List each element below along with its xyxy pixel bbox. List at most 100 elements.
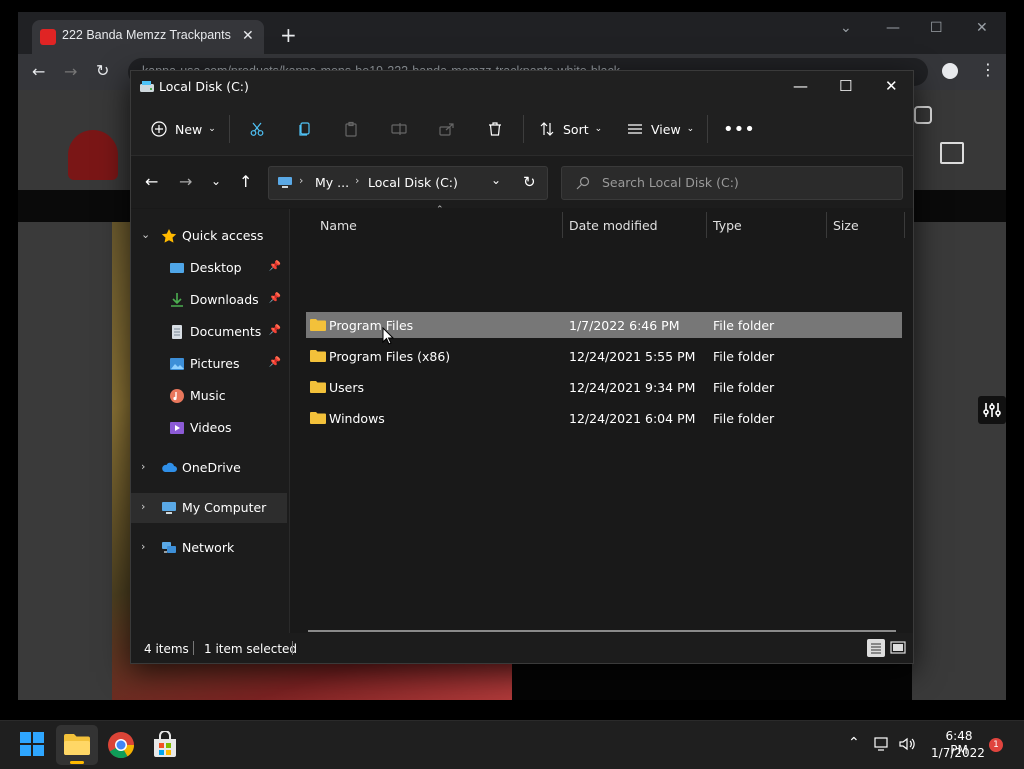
taskbar-explorer-button[interactable]	[56, 725, 98, 765]
drive-icon	[139, 80, 155, 94]
notification-badge[interactable]: 1	[989, 738, 1003, 752]
nav-music[interactable]: Music	[131, 381, 289, 411]
nav-onedrive[interactable]: › OneDrive	[131, 453, 289, 483]
status-divider	[193, 641, 194, 655]
chevron-right-icon[interactable]: ›	[141, 540, 145, 553]
search-input[interactable]: Search Local Disk (C:)	[561, 166, 903, 200]
column-divider[interactable]	[562, 212, 563, 238]
minimize-icon[interactable]: —	[886, 20, 900, 36]
maximize-icon[interactable]: ☐	[839, 77, 852, 95]
file-date: 12/24/2021 6:04 PM	[569, 411, 696, 426]
up-icon[interactable]: ↑	[239, 172, 252, 191]
clock-date[interactable]: 1/7/2022	[928, 746, 988, 760]
instagram-icon[interactable]	[914, 106, 932, 124]
sort-button[interactable]: Sort ⌄	[539, 117, 602, 141]
nav-label: Desktop	[190, 260, 242, 275]
videos-icon	[170, 422, 184, 434]
column-header-size[interactable]: Size	[833, 218, 859, 242]
column-header-type[interactable]: Type	[713, 218, 742, 242]
column-header-name[interactable]: Name	[320, 218, 357, 242]
refresh-icon[interactable]: ↻	[523, 173, 536, 191]
item-count: 4 items	[144, 642, 189, 656]
paste-button[interactable]	[343, 117, 359, 141]
explorer-title-bar: Local Disk (C:) — ☐ ✕	[131, 71, 913, 103]
close-tab-icon[interactable]: ✕	[242, 28, 254, 44]
menu-dots-icon[interactable]: ⋮	[980, 60, 996, 79]
status-bar: 4 items 1 item selected	[131, 633, 913, 663]
address-history-chevron-icon[interactable]: ⌄	[491, 173, 501, 187]
table-row[interactable]: Program Files (x86) 12/24/2021 5:55 PM F…	[306, 343, 902, 369]
network-icon	[162, 542, 176, 553]
browser-tab[interactable]: 222 Banda Memzz Trackpants - W ✕	[32, 20, 264, 54]
reload-icon[interactable]: ↻	[96, 61, 109, 80]
copy-button[interactable]	[297, 117, 313, 141]
nav-videos[interactable]: Videos	[131, 413, 289, 443]
tab-search-icon[interactable]: ⌄	[840, 20, 852, 36]
scissors-icon	[250, 122, 264, 136]
nav-network[interactable]: › Network	[131, 533, 289, 563]
delete-button[interactable]	[487, 117, 503, 141]
nav-documents[interactable]: Documents 📌	[131, 317, 289, 347]
breadcrumb-local-disk[interactable]: Local Disk (C:)	[368, 175, 458, 190]
trash-icon	[489, 122, 501, 136]
chevron-down-icon[interactable]: ⌄	[141, 228, 150, 241]
back-icon[interactable]: ←	[32, 62, 45, 81]
nav-label: Videos	[190, 420, 232, 435]
minimize-icon[interactable]: —	[793, 77, 808, 95]
horizontal-scrollbar[interactable]	[308, 630, 896, 632]
table-row[interactable]: Users 12/24/2021 9:34 PM File folder	[306, 374, 902, 400]
pictures-icon	[170, 358, 184, 370]
chevron-right-icon[interactable]: ›	[141, 500, 145, 513]
more-options-icon[interactable]: •••	[723, 117, 755, 141]
forward-icon[interactable]: →	[64, 62, 77, 81]
details-view-icon[interactable]	[867, 639, 885, 657]
address-bar[interactable]: › My ... › Local Disk (C:) ⌄ ↻	[268, 166, 548, 200]
chrome-icon[interactable]	[107, 731, 135, 759]
navigation-pane: ⌄ Quick access Desktop 📌 Downloads 📌 Doc…	[131, 209, 290, 633]
new-button[interactable]: New ⌄	[151, 117, 216, 141]
desktop-icon	[170, 263, 184, 273]
column-header-date[interactable]: Date modified	[569, 218, 658, 242]
volume-icon[interactable]	[898, 736, 916, 752]
chevron-down-icon: ⌄	[686, 124, 695, 134]
cut-button[interactable]	[249, 117, 265, 141]
nav-downloads[interactable]: Downloads 📌	[131, 285, 289, 315]
nav-label: Network	[182, 540, 235, 555]
maximize-icon[interactable]: ☐	[930, 20, 943, 36]
nav-quick-access[interactable]: ⌄ Quick access	[131, 221, 289, 251]
close-icon[interactable]: ✕	[885, 77, 898, 95]
rename-button[interactable]	[391, 117, 407, 141]
kappa-logo-icon	[68, 130, 118, 180]
share-button[interactable]	[439, 117, 455, 141]
recent-locations-chevron-icon[interactable]: ⌄	[211, 174, 221, 188]
nav-my-computer[interactable]: › My Computer	[131, 493, 287, 523]
store-icon[interactable]	[151, 731, 179, 759]
forward-icon[interactable]: →	[179, 172, 192, 191]
cart-icon[interactable]	[940, 142, 964, 164]
column-divider[interactable]	[904, 212, 905, 238]
breadcrumb-my-computer[interactable]: My ...	[315, 175, 349, 190]
chevron-down-icon: ⌄	[594, 124, 603, 134]
chevron-up-icon[interactable]: ⌃	[848, 735, 860, 751]
windows-start-icon[interactable]	[19, 731, 47, 759]
pin-icon: 📌	[268, 293, 281, 304]
new-tab-icon[interactable]: +	[280, 25, 297, 45]
divider	[707, 115, 708, 143]
tiles-view-icon[interactable]	[889, 639, 907, 657]
table-row[interactable]: Program Files 1/7/2022 6:46 PM File fold…	[306, 312, 902, 338]
filter-sliders-icon[interactable]	[978, 396, 1006, 424]
network-status-icon[interactable]	[874, 736, 892, 752]
nav-desktop[interactable]: Desktop 📌	[131, 253, 289, 283]
column-divider[interactable]	[706, 212, 707, 238]
nav-pictures[interactable]: Pictures 📌	[131, 349, 289, 379]
back-icon[interactable]: ←	[145, 172, 158, 191]
profile-avatar-icon[interactable]	[942, 63, 958, 79]
table-row[interactable]: Windows 12/24/2021 6:04 PM File folder	[306, 405, 902, 431]
close-window-icon[interactable]: ✕	[976, 20, 988, 36]
view-button[interactable]: View ⌄	[627, 117, 694, 141]
new-label: New	[175, 121, 203, 137]
column-divider[interactable]	[826, 212, 827, 238]
chevron-right-icon[interactable]: ›	[141, 460, 145, 473]
plus-circle-icon	[151, 121, 167, 137]
active-app-indicator	[70, 761, 84, 764]
